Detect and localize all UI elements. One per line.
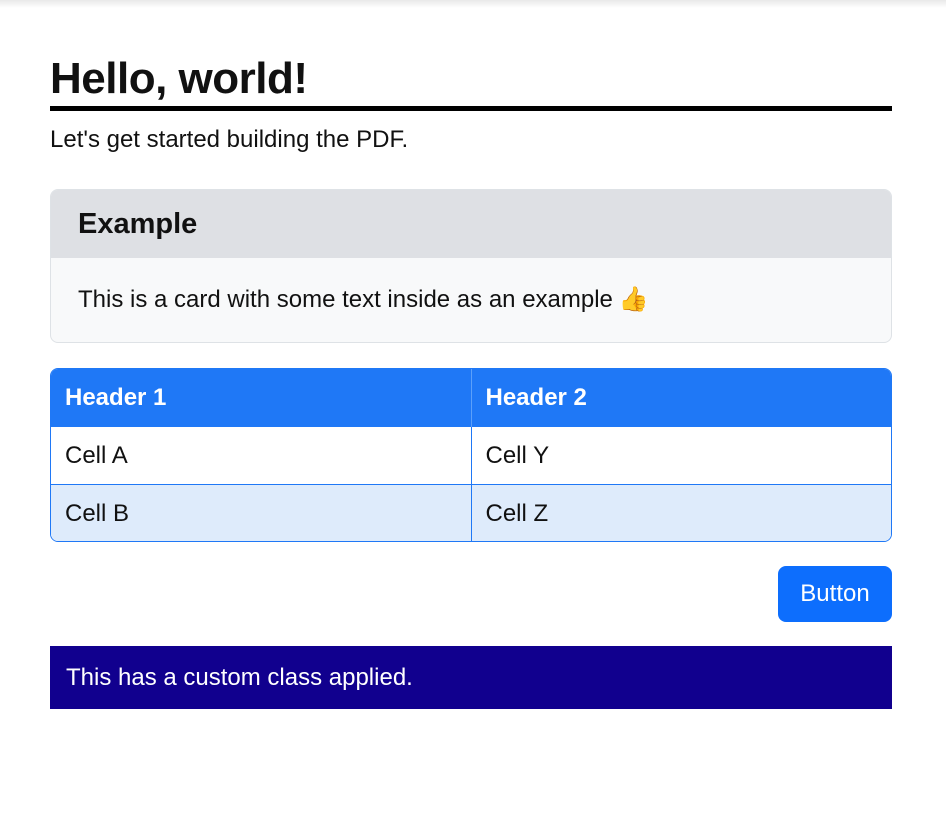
title-underline — [50, 106, 892, 111]
lead-text: Let's get started building the PDF. — [50, 126, 409, 153]
custom-class-box: This has a custom class applied. — [50, 646, 892, 709]
table-row: Cell A Cell Y — [51, 426, 891, 485]
card-body: This is a card with some text inside as … — [51, 258, 891, 315]
custom-class-text: This has a custom class applied. — [66, 663, 413, 691]
card-header: Example — [51, 190, 891, 258]
table-row: Cell B Cell Z — [51, 484, 891, 541]
table-header-row: Header 1 Header 2 — [51, 369, 891, 427]
table-cell: Cell A — [51, 426, 472, 485]
card-body-text: This is a card with some text inside as … — [78, 286, 613, 313]
top-shadow — [0, 0, 946, 8]
table-cell: Cell Z — [471, 484, 891, 541]
table-cell: Cell Y — [471, 426, 891, 485]
table-header-cell: Header 2 — [471, 369, 891, 427]
thumbs-up-icon: 👍 — [618, 286, 649, 313]
table-cell: Cell B — [51, 484, 472, 541]
example-card: Example This is a card with some text in… — [50, 189, 892, 343]
data-table: Header 1 Header 2 Cell A Cell Y Cell B C… — [50, 368, 892, 542]
primary-button[interactable]: Button — [778, 566, 892, 622]
table-header-cell: Header 1 — [51, 369, 472, 427]
page-title: Hello, world! — [50, 54, 308, 103]
